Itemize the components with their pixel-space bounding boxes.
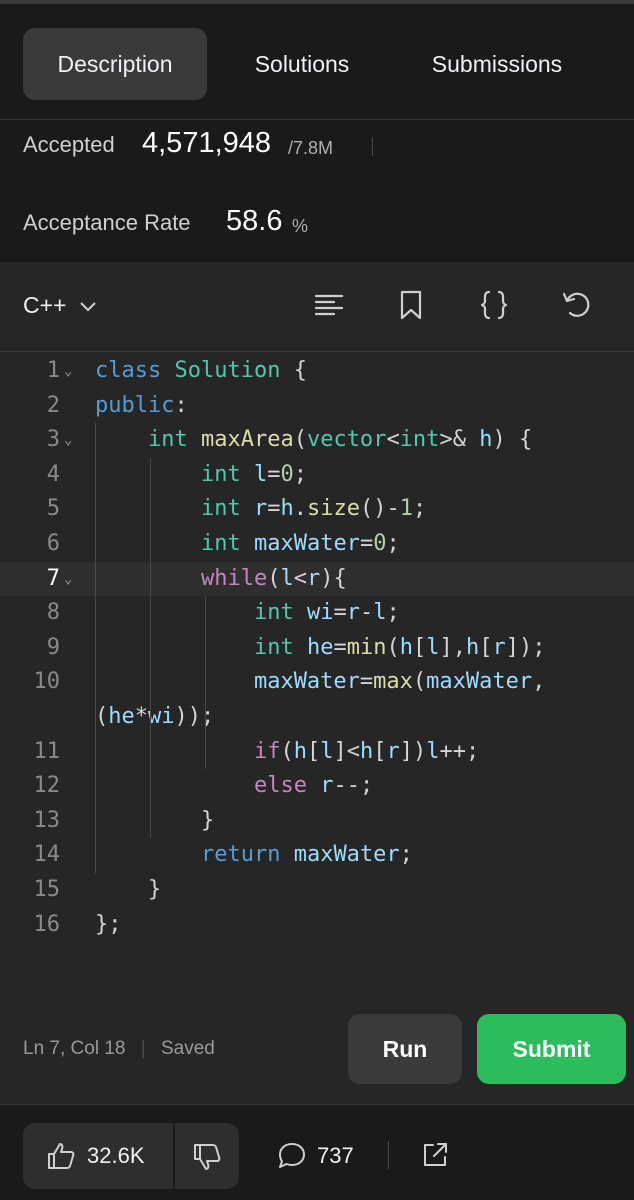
code-text: class Solution { [95, 358, 307, 383]
code-text: int r=h.size()-1; [200, 496, 427, 522]
code-line[interactable]: 15 } [0, 873, 634, 908]
editor-status: Ln 7, Col 18 | Saved [23, 1038, 215, 1060]
code-text: while(l<r){ [200, 565, 347, 591]
acceptance-rate-unit: % [292, 216, 309, 236]
reset-icon[interactable] [560, 288, 594, 322]
line-number: 11 [33, 738, 61, 764]
line-number: 8 [46, 600, 60, 626]
code-text: (he*wi)); [95, 704, 215, 729]
like-count[interactable]: 32.6K [87, 1143, 145, 1169]
braces-icon[interactable] [477, 288, 511, 322]
line-number: 3 [46, 427, 60, 453]
acceptance-rate-label: Acceptance Rate [23, 210, 191, 235]
code-text: int maxArea(vector<int>& h) { [147, 427, 533, 453]
vote-group: 32.6K [23, 1123, 239, 1189]
code-line[interactable]: 2 public: [0, 389, 634, 424]
accepted-total: /7.8M [288, 138, 334, 158]
line-number: 14 [33, 842, 61, 868]
format-icon[interactable] [312, 288, 346, 322]
vote-divider [173, 1123, 175, 1189]
indent-guide [205, 596, 206, 770]
language-label: C++ [23, 292, 67, 318]
submit-button[interactable]: Submit [477, 1014, 626, 1084]
save-status: Saved [160, 1038, 215, 1059]
code-area[interactable]: 1 ⌄ class Solution {2 public: 3 ⌄ int maxArea… [0, 354, 634, 974]
fold-chevron-icon[interactable]: ⌄ [64, 354, 80, 389]
comment-icon[interactable] [277, 1141, 307, 1176]
thumbs-up-icon[interactable] [45, 1140, 77, 1177]
tab-description[interactable]: Description [23, 28, 207, 100]
code-text: int wi=r-l; [253, 600, 400, 626]
bottom-bar: 32.6K 737 [0, 1104, 634, 1200]
code-line[interactable]: 1 ⌄ class Solution { [0, 354, 634, 389]
code-text: int he=min(h[l],h[r]); [253, 634, 546, 660]
chevron-down-icon [80, 302, 96, 312]
problem-stats: Accepted 4,571,948 /7.8M Acceptance Rate… [0, 120, 634, 262]
acceptance-rate-value: 58.6 [226, 205, 283, 237]
bookmark-icon[interactable] [394, 288, 428, 322]
code-text: if(h[l]<h[r])l++; [253, 738, 480, 764]
line-number: 7 [46, 565, 60, 591]
line-number: 1 [46, 358, 60, 383]
line-number: 9 [46, 634, 60, 660]
code-editor: C++ 1 ⌄ class Solution {2 public: 3 ⌄ int max… [0, 262, 634, 1104]
code-text: public: [95, 392, 188, 418]
line-number: 10 [33, 669, 61, 695]
code-text: }; [95, 911, 122, 937]
tab-submissions[interactable]: Submissions [398, 28, 596, 100]
line-number: 2 [46, 392, 60, 418]
stats-divider [372, 138, 373, 156]
line-number: 6 [46, 531, 60, 556]
cursor-position: Ln 7, Col 18 [23, 1038, 126, 1059]
fold-chevron-icon[interactable]: ⌄ [64, 562, 80, 597]
code-line[interactable]: 16}; [0, 908, 634, 943]
indent-guide [150, 457, 151, 839]
tab-solutions[interactable]: Solutions [222, 28, 382, 100]
share-external-icon[interactable] [421, 1141, 449, 1174]
line-number: 12 [33, 773, 61, 799]
tab-bar: Description Solutions Submissions [0, 0, 634, 120]
code-text: int maxWater=0; [200, 531, 400, 556]
bottom-divider [388, 1141, 389, 1169]
comment-count[interactable]: 737 [317, 1143, 354, 1169]
run-button[interactable]: Run [348, 1014, 462, 1084]
line-number: 15 [33, 877, 61, 902]
thumbs-down-icon[interactable] [191, 1141, 223, 1178]
code-text: return maxWater; [200, 842, 413, 868]
code-text: } [147, 877, 162, 902]
indent-guide [95, 423, 96, 873]
language-selector[interactable]: C++ [23, 292, 97, 319]
line-number: 5 [46, 496, 60, 522]
line-number: 16 [33, 911, 61, 937]
status-divider: | [140, 1038, 146, 1059]
code-text: else r--; [253, 773, 374, 799]
code-text: int l=0; [200, 461, 307, 487]
fold-chevron-icon[interactable]: ⌄ [64, 423, 80, 458]
code-text: } [200, 807, 215, 833]
line-number: 4 [46, 461, 60, 487]
accepted-value: 4,571,948 [142, 127, 272, 159]
line-number: 13 [33, 807, 61, 833]
code-text: maxWater=max(maxWater, [253, 669, 546, 695]
accepted-label: Accepted [23, 132, 115, 157]
editor-toolbar: C++ [0, 262, 634, 352]
